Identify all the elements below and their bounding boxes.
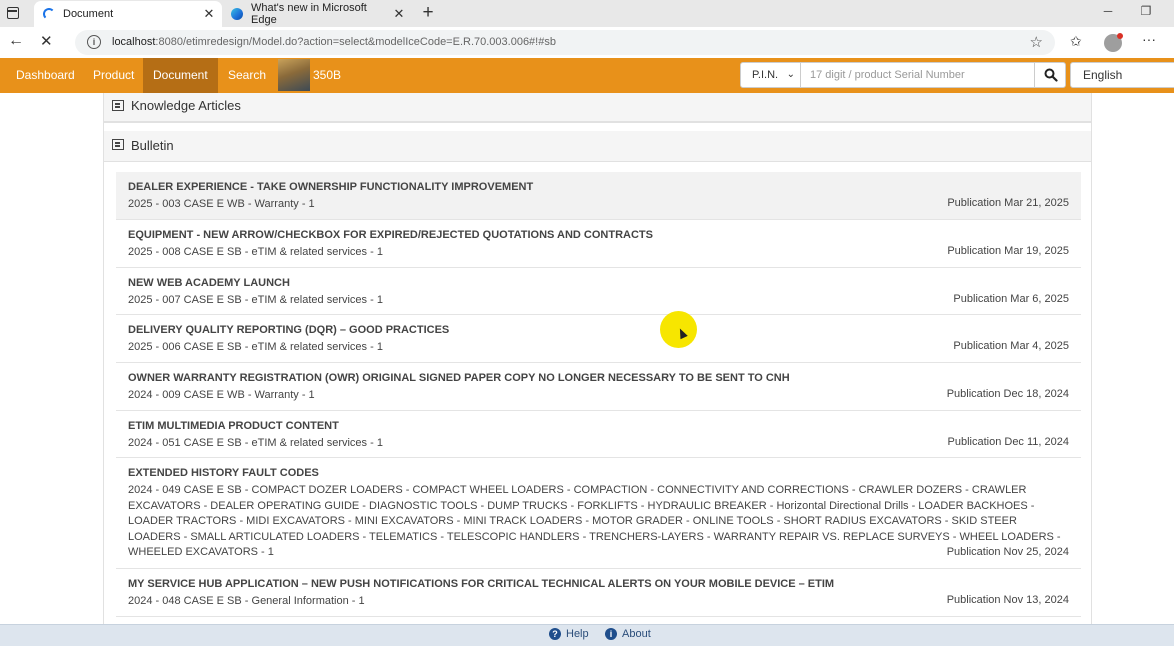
bulletin-item[interactable]: EQUIPMENT - NEW ARROW/CHECKBOX FOR EXPIR… — [116, 220, 1081, 268]
bulletin-item[interactable]: ETIM MULTIMEDIA PRODUCT CONTENT 2024 - 0… — [116, 411, 1081, 458]
model-label[interactable]: 350B — [313, 58, 341, 92]
pin-select[interactable]: P.I.N. ⌄ — [740, 62, 801, 88]
nav-product[interactable]: Product — [83, 58, 144, 93]
bulletin-panel: Bulletin DEALER EXPERIENCE - TAKE OWNERS… — [103, 122, 1092, 624]
app-navbar: Dashboard Product Document Search 350B P… — [0, 58, 1174, 93]
url-host: localhost — [112, 36, 156, 48]
bulletin-item[interactable]: DELIVERY QUALITY REPORTING (DQR) – GOOD … — [116, 315, 1081, 363]
url-text[interactable]: localhost:8080/etimredesign/Model.do?act… — [112, 36, 556, 48]
bulletin-subtitle: 2025 - 007 CASE E SB - eTIM & related se… — [128, 294, 383, 306]
help-icon: ? — [549, 628, 561, 640]
bulletin-subtitle: 2025 - 003 CASE E WB - Warranty - 1 — [128, 198, 315, 210]
bulletin-item[interactable]: DEALER EXPERIENCE - TAKE OWNERSHIP FUNCT… — [116, 172, 1081, 220]
serial-number-input[interactable]: 17 digit / product Serial Number — [800, 62, 1035, 88]
bulletin-title: DEALER EXPERIENCE - TAKE OWNERSHIP FUNCT… — [128, 181, 534, 193]
bulletin-publication-date: Publication Mar 6, 2025 — [953, 293, 1069, 305]
tab-document[interactable]: Document ✕ — [34, 1, 222, 27]
bulletin-publication-date: Publication Mar 21, 2025 — [947, 197, 1069, 209]
new-tab-icon[interactable]: + — [418, 2, 438, 24]
bulletin-title: EXTENDED HISTORY FAULT CODES — [128, 467, 319, 479]
chevron-down-icon: ⌄ — [786, 69, 795, 80]
language-select[interactable]: English — [1070, 62, 1174, 88]
bulletin-publication-date: Publication Dec 11, 2024 — [947, 436, 1070, 448]
bulletin-item[interactable]: MY SERVICE HUB APPLICATION – NEW PUSH NO… — [116, 569, 1081, 617]
help-link[interactable]: ? Help — [549, 628, 589, 640]
close-tab-icon[interactable]: ✕ — [202, 6, 216, 22]
help-label: Help — [566, 628, 589, 640]
edge-logo-icon — [231, 8, 243, 20]
bulletin-publication-date: Publication Mar 4, 2025 — [953, 340, 1069, 352]
notification-dot — [1117, 33, 1123, 39]
address-bar[interactable]: i localhost:8080/etimredesign/Model.do?a… — [75, 30, 1055, 55]
knowledge-articles-panel[interactable]: Knowledge Articles — [103, 93, 1092, 122]
minimize-icon[interactable]: ─ — [1101, 4, 1115, 18]
list-icon — [112, 139, 124, 150]
bulletin-subtitle: 2024 - 051 CASE E SB - eTIM & related se… — [128, 437, 383, 449]
footer-bar: ? Help i About — [0, 624, 1174, 646]
bulletin-subtitle: 2024 - 048 CASE E SB - General Informati… — [128, 595, 365, 607]
nav-search[interactable]: Search — [218, 58, 276, 93]
stop-icon[interactable]: ✕ — [40, 32, 53, 50]
tab-actions-icon[interactable] — [7, 7, 19, 19]
bulletin-title: ETIM MULTIMEDIA PRODUCT CONTENT — [128, 420, 339, 432]
bulletin-title: MY SERVICE HUB APPLICATION – NEW PUSH NO… — [128, 578, 835, 590]
bulletin-title: EQUIPMENT - NEW ARROW/CHECKBOX FOR EXPIR… — [128, 229, 653, 241]
close-tab-icon[interactable]: ✕ — [392, 6, 406, 22]
info-icon[interactable]: i — [87, 35, 101, 49]
bulletin-item[interactable]: OWNER WARRANTY REGISTRATION (OWR) ORIGIN… — [116, 363, 1081, 411]
bulletin-subtitle: 2024 - 049 CASE E SB - COMPACT DOZER LOA… — [128, 484, 1061, 559]
bulletin-heading-text: Bulletin — [131, 138, 174, 153]
tab-whats-new-edge[interactable]: What's new in Microsoft Edge ✕ — [222, 1, 412, 27]
tab-title: Document — [63, 8, 114, 20]
more-icon[interactable]: ··· — [1142, 31, 1156, 47]
bulletin-subtitle: 2025 - 006 CASE E SB - eTIM & related se… — [128, 341, 383, 353]
bulletin-publication-date: Publication Dec 18, 2024 — [946, 388, 1069, 400]
about-label: About — [622, 628, 651, 640]
bulletin-publication-date: Publication Nov 25, 2024 — [942, 546, 1069, 558]
nav-dashboard[interactable]: Dashboard — [6, 58, 85, 93]
nav-document[interactable]: Document — [143, 58, 218, 93]
main-content: Knowledge Articles Bulletin DEALER EXPER… — [0, 93, 1174, 624]
bulletin-publication-date: Publication Nov 13, 2024 — [946, 594, 1069, 606]
about-link[interactable]: i About — [605, 628, 651, 640]
search-icon — [1044, 68, 1058, 82]
restore-icon[interactable]: ❐ — [1139, 4, 1153, 18]
knowledge-articles-heading: Knowledge Articles — [131, 98, 241, 113]
bulletin-title: DELIVERY QUALITY REPORTING (DQR) – GOOD … — [128, 324, 450, 336]
bulletin-title: OWNER WARRANTY REGISTRATION (OWR) ORIGIN… — [128, 372, 790, 384]
collections-icon[interactable]: ✩ — [1070, 33, 1082, 50]
list-icon — [112, 100, 124, 111]
search-button[interactable] — [1034, 62, 1066, 88]
address-bar-row: ← ✕ i localhost:8080/etimredesign/Model.… — [0, 27, 1174, 58]
loading-spinner-icon — [43, 8, 55, 20]
bulletin-item[interactable]: NEW WEB ACADEMY LAUNCH 2025 - 007 CASE E… — [116, 268, 1081, 315]
favorite-star-icon[interactable]: ☆ — [1030, 33, 1043, 51]
bulletin-title: NEW WEB ACADEMY LAUNCH — [128, 277, 290, 289]
bulletin-heading[interactable]: Bulletin — [104, 131, 1091, 162]
url-path: :8080/etimredesign/Model.do?action=selec… — [155, 36, 556, 48]
tab-title: What's new in Microsoft Edge — [251, 2, 367, 26]
back-icon[interactable]: ← — [8, 32, 24, 50]
pin-select-value: P.I.N. — [752, 69, 779, 81]
bulletin-subtitle: 2024 - 009 CASE E WB - Warranty - 1 — [128, 389, 315, 401]
bulletin-publication-date: Publication Mar 19, 2025 — [947, 245, 1069, 257]
info-icon: i — [605, 628, 617, 640]
bulletin-subtitle: 2025 - 008 CASE E SB - eTIM & related se… — [128, 246, 383, 258]
browser-tab-strip: Document ✕ What's new in Microsoft Edge … — [0, 0, 1174, 27]
model-thumbnail[interactable] — [278, 59, 310, 91]
bulletin-item[interactable]: EXTENDED HISTORY FAULT CODES 2024 - 049 … — [116, 458, 1081, 569]
